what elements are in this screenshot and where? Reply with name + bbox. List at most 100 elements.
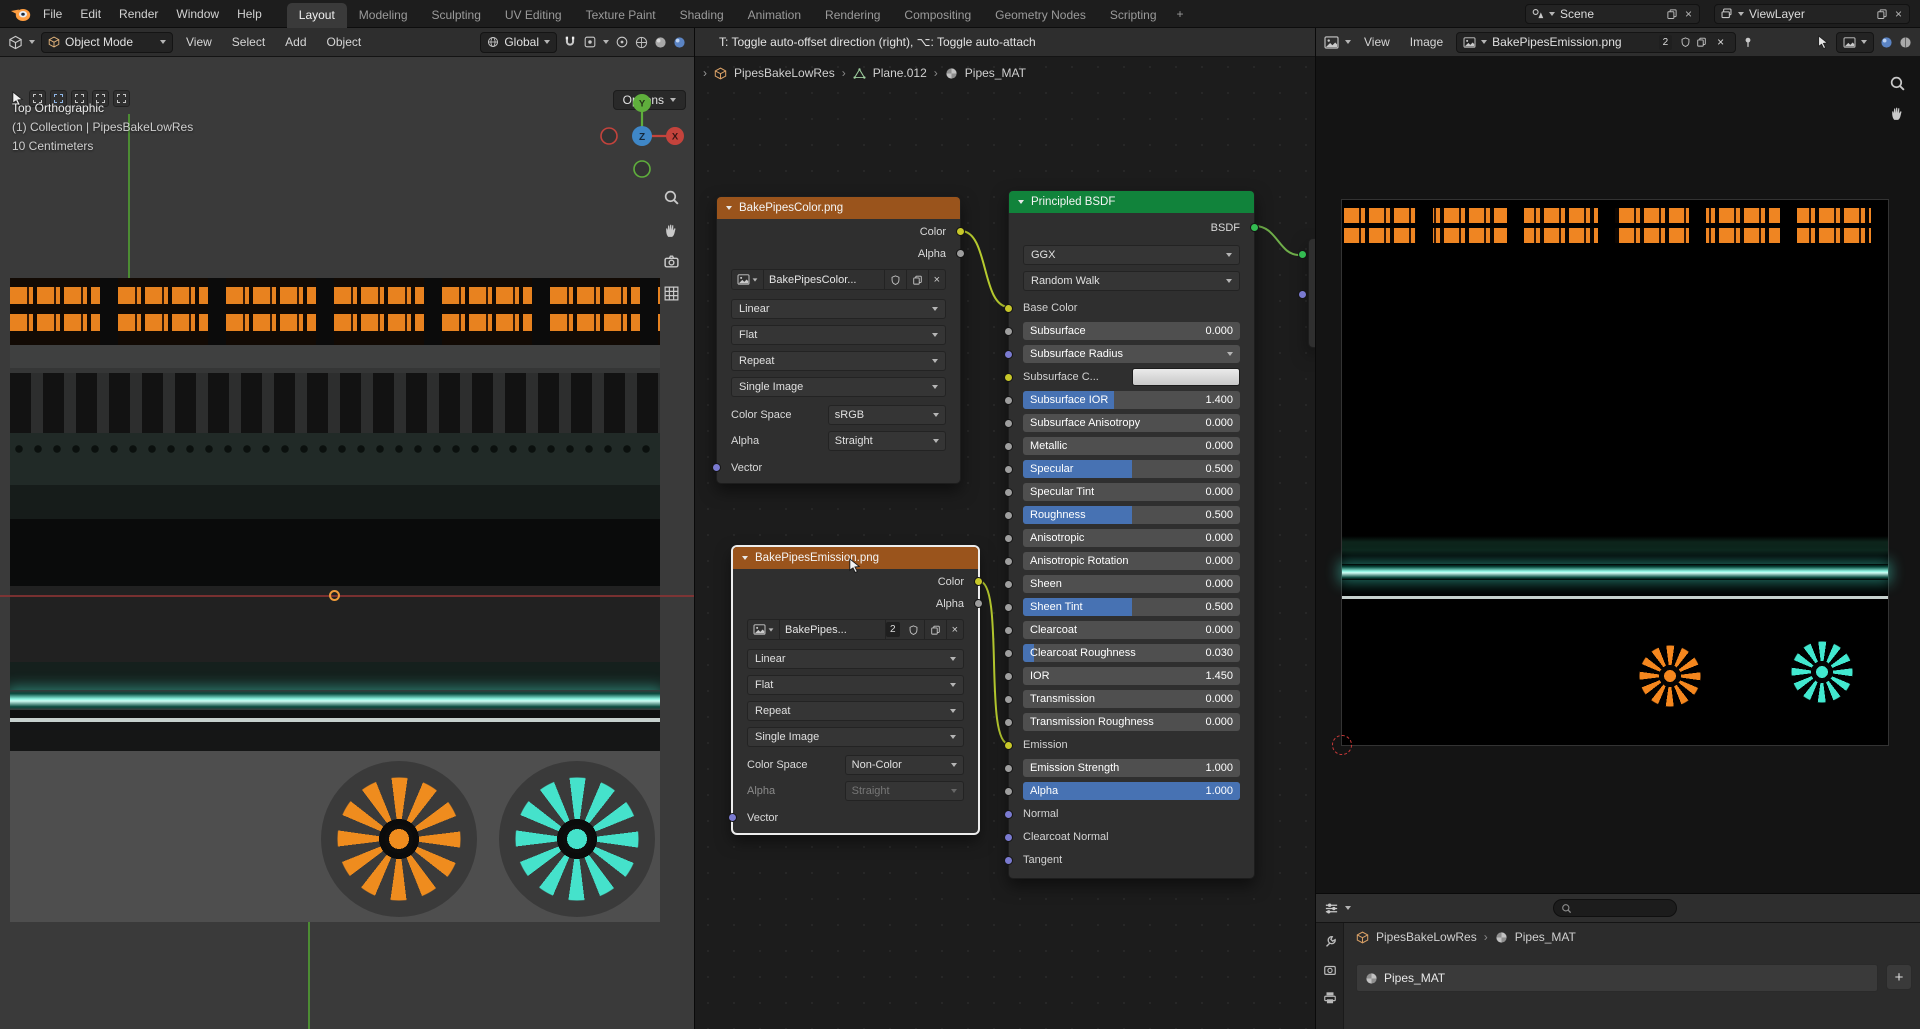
input-socket[interactable]: [1004, 442, 1013, 451]
unlink-icon[interactable]: ×: [1712, 32, 1729, 52]
input-slider[interactable]: Specular Tint 0.000: [1023, 483, 1240, 501]
input-socket[interactable]: [1004, 695, 1013, 704]
menu-help[interactable]: Help: [228, 3, 271, 25]
editor-type-icon[interactable]: [1324, 901, 1339, 916]
collapse-icon[interactable]: [1018, 200, 1024, 204]
copy-icon[interactable]: [1696, 36, 1707, 48]
node-input-row[interactable]: Subsurface Anisotropy 0.000: [1009, 412, 1254, 435]
alpha-output-socket[interactable]: [974, 599, 983, 608]
workspace-tab[interactable]: Rendering: [813, 3, 892, 28]
input-color-row[interactable]: Subsurface C...: [1023, 366, 1240, 389]
subsurface-method-dropdown[interactable]: Random Walk: [1023, 271, 1240, 291]
input-slider[interactable]: Subsurface Anisotropy 0.000: [1023, 414, 1240, 432]
tab-output-printer-icon[interactable]: [1323, 991, 1337, 1005]
camera-view-icon[interactable]: [663, 253, 680, 270]
blender-logo-icon[interactable]: [8, 4, 34, 24]
pan-hand-icon[interactable]: [663, 222, 680, 239]
tab-tool-icon[interactable]: [1323, 935, 1337, 949]
workspace-tab[interactable]: Geometry Nodes: [983, 3, 1098, 28]
menu-edit[interactable]: Edit: [71, 3, 110, 25]
add-material-slot-button[interactable]: +: [1886, 964, 1912, 990]
node-input-row[interactable]: Transmission Roughness 0.000: [1009, 711, 1254, 734]
input-socket[interactable]: [1004, 373, 1013, 382]
color-output-socket[interactable]: [956, 227, 965, 236]
node-input-row[interactable]: Tangent: [1009, 849, 1254, 872]
input-socket[interactable]: [1004, 534, 1013, 543]
node-input-row[interactable]: Base Color: [1009, 297, 1254, 320]
image-datablock-selector[interactable]: BakePipesColor... ×: [731, 269, 946, 290]
snap-target-icon[interactable]: [583, 35, 597, 49]
input-socket[interactable]: [1004, 603, 1013, 612]
color-output-socket[interactable]: [974, 577, 983, 586]
search-input[interactable]: [1553, 899, 1677, 917]
shading-wireframe-icon[interactable]: [635, 36, 648, 49]
node-input-row[interactable]: Emission Strength 1.000: [1009, 757, 1254, 780]
input-slider[interactable]: IOR 1.450: [1023, 667, 1240, 685]
node-input-row[interactable]: Sheen 0.000: [1009, 573, 1254, 596]
object-origin-dot[interactable]: [329, 590, 340, 601]
ortho-grid-icon[interactable]: [663, 285, 680, 302]
surface-input-socket[interactable]: [1298, 250, 1307, 259]
workspace-tab[interactable]: Sculpting: [420, 3, 493, 28]
chevron-down-icon[interactable]: [1345, 40, 1351, 44]
input-socket[interactable]: [1004, 488, 1013, 497]
input-slider[interactable]: Transmission 0.000: [1023, 690, 1240, 708]
viewlayer-selector[interactable]: ViewLayer ×: [1714, 4, 1910, 24]
chevron-down-icon[interactable]: [603, 40, 609, 44]
shading-sphere-icon[interactable]: [1880, 36, 1893, 49]
node-input-row[interactable]: Subsurface IOR 1.400: [1009, 389, 1254, 412]
node-image-texture-emission[interactable]: BakePipesEmission.png Color Alpha BakePi…: [732, 546, 979, 834]
collapse-icon[interactable]: [726, 206, 732, 210]
node-input-row[interactable]: Specular Tint 0.000: [1009, 481, 1254, 504]
menu-file[interactable]: File: [34, 3, 71, 25]
menu-add[interactable]: Add: [278, 35, 313, 49]
node-dropdown[interactable]: Flat: [731, 325, 946, 345]
workspace-tab[interactable]: Scripting: [1098, 3, 1169, 28]
transform-orientation-selector[interactable]: Global: [480, 32, 557, 53]
workspace-tab[interactable]: Modeling: [347, 3, 420, 28]
input-socket[interactable]: [1004, 327, 1013, 336]
workspace-tab[interactable]: Compositing: [892, 3, 983, 28]
unlink-icon[interactable]: ×: [947, 620, 963, 639]
node-input-row[interactable]: Anisotropic Rotation 0.000: [1009, 550, 1254, 573]
input-slider[interactable]: Alpha 1.000: [1023, 782, 1240, 800]
input-socket[interactable]: [1004, 511, 1013, 520]
node-dropdown[interactable]: Repeat: [747, 701, 964, 721]
node-input-row[interactable]: Subsurface C...: [1009, 366, 1254, 389]
material-slot-field[interactable]: Pipes_MAT: [1356, 964, 1878, 992]
workspace-tab[interactable]: Animation: [736, 3, 813, 28]
image-icon[interactable]: [732, 270, 764, 289]
node-dropdown[interactable]: Repeat: [731, 351, 946, 371]
breadcrumb-mesh[interactable]: Plane.012: [873, 66, 927, 80]
image-datablock-selector[interactable]: BakePipesEmission.png 2 ×: [1456, 32, 1736, 53]
color-space-dropdown[interactable]: sRGB: [828, 405, 946, 425]
chevron-down-icon[interactable]: [1345, 906, 1351, 910]
menu-image[interactable]: Image: [1403, 35, 1450, 49]
node-input-row[interactable]: Subsurface Radius: [1009, 343, 1254, 366]
users-count-badge[interactable]: 2: [1659, 35, 1673, 50]
input-socket[interactable]: [1004, 741, 1013, 750]
node-dropdown[interactable]: Single Image: [747, 727, 964, 747]
node-input-row[interactable]: Alpha 1.000: [1009, 780, 1254, 803]
input-socket[interactable]: [1004, 649, 1013, 658]
node-header[interactable]: Principled BSDF: [1009, 191, 1254, 213]
input-socket[interactable]: [1004, 304, 1013, 313]
workspace-tab[interactable]: Texture Paint: [574, 3, 668, 28]
menu-select[interactable]: Select: [225, 35, 272, 49]
copy-icon[interactable]: [907, 270, 929, 289]
node-principled-bsdf[interactable]: Principled BSDF BSDF GGX Random Walk Bas…: [1008, 190, 1255, 879]
fake-user-shield-icon[interactable]: [903, 620, 925, 639]
pan-hand-icon[interactable]: [1889, 105, 1906, 122]
input-socket[interactable]: [1004, 718, 1013, 727]
input-socket[interactable]: [1004, 396, 1013, 405]
node-dropdown[interactable]: Flat: [747, 675, 964, 695]
breadcrumb-material[interactable]: Pipes_MAT: [1515, 930, 1576, 944]
input-slider[interactable]: Emission Strength 1.000: [1023, 759, 1240, 777]
alpha-mode-dropdown[interactable]: Straight: [845, 781, 964, 801]
node-input-row[interactable]: Metallic 0.000: [1009, 435, 1254, 458]
input-slider[interactable]: Sheen Tint 0.500: [1023, 598, 1240, 616]
tab-render-icon[interactable]: [1323, 963, 1337, 977]
unlink-icon[interactable]: ×: [929, 270, 945, 289]
select-box-intersect-button[interactable]: [113, 90, 130, 107]
vector-input-socket[interactable]: [712, 463, 721, 472]
